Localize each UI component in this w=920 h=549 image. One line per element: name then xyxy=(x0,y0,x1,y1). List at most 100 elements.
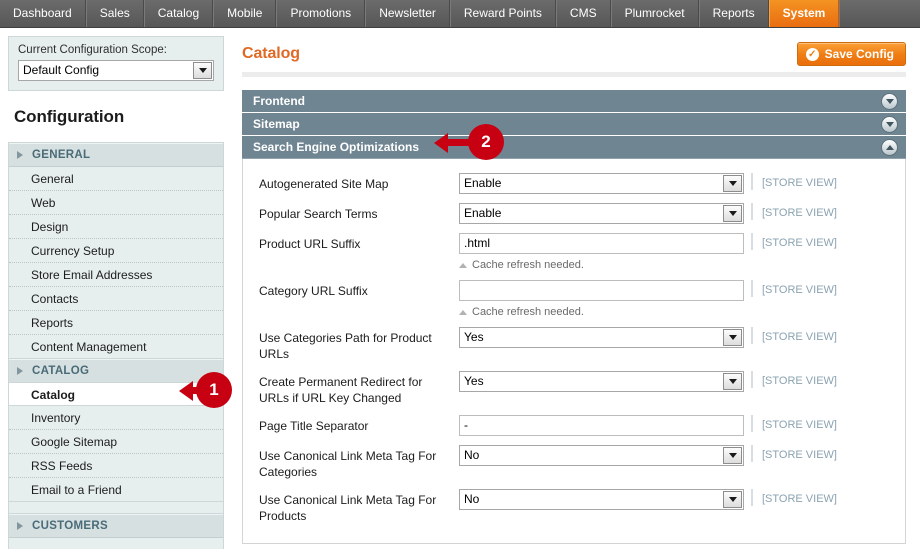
hint-text: Cache refresh needed. xyxy=(472,306,584,318)
annotation-badge-2: 2 xyxy=(468,124,504,160)
popular-search-terms-select[interactable]: Enable xyxy=(459,203,744,224)
sidebar-item-rss-feeds[interactable]: RSS Feeds xyxy=(9,454,223,478)
nav-item-dashboard[interactable]: Dashboard xyxy=(0,0,86,27)
field-label: Popular Search Terms xyxy=(259,207,378,221)
page-body: Current Configuration Scope: Default Con… xyxy=(0,28,920,549)
field-label: Use Canonical Link Meta Tag For Products xyxy=(259,493,437,523)
content-area: Catalog ✓ Save Config Frontend Sitemap S… xyxy=(232,28,920,549)
product-url-suffix-hint: Cache refresh needed. xyxy=(459,254,744,271)
nav-item-reports[interactable]: Reports xyxy=(698,0,769,27)
select-value: Enable xyxy=(464,176,502,190)
category-url-suffix-input[interactable] xyxy=(459,280,744,301)
field-use-categories-path: Use Categories Path for Product URLs Yes… xyxy=(243,327,905,362)
sidebar-group-general[interactable]: GENERAL xyxy=(9,143,223,167)
sidebar: Current Configuration Scope: Default Con… xyxy=(0,28,232,549)
triangle-right-icon xyxy=(17,522,23,530)
section-sitemap[interactable]: Sitemap xyxy=(242,113,906,136)
field-control: Enable xyxy=(459,203,744,224)
configuration-tree: GENERAL General Web Design Currency Setu… xyxy=(8,142,224,549)
field-category-url-suffix: Category URL Suffix Cache refresh needed… xyxy=(243,280,905,318)
chevron-down-icon xyxy=(723,447,742,464)
scope-note: [STORE VIEW] xyxy=(751,371,837,388)
annotation-badge-2-number: 2 xyxy=(481,132,491,151)
select-value: No xyxy=(464,492,480,506)
chevron-down-icon xyxy=(723,373,742,390)
nav-item-cms[interactable]: CMS xyxy=(555,0,611,27)
nav-filler xyxy=(839,0,920,27)
scope-note: [STORE VIEW] xyxy=(751,489,837,506)
triangle-right-icon xyxy=(17,151,23,159)
autogenerated-site-map-select[interactable]: Enable xyxy=(459,173,744,194)
configuration-heading: Configuration xyxy=(14,107,125,126)
sidebar-group-catalog[interactable]: CATALOG xyxy=(9,359,223,383)
field-page-title-separator: Page Title Separator - [STORE VIEW] xyxy=(243,415,905,436)
canonical-categories-select[interactable]: No xyxy=(459,445,744,466)
field-label: Autogenerated Site Map xyxy=(259,177,389,191)
sidebar-item-reports[interactable]: Reports xyxy=(9,311,223,335)
tree-spacer xyxy=(9,538,223,549)
sidebar-group-label: CUSTOMERS xyxy=(32,520,108,532)
triangle-up-icon xyxy=(459,262,467,268)
field-canonical-products: Use Canonical Link Meta Tag For Products… xyxy=(243,489,905,524)
chevron-down-icon xyxy=(193,62,212,79)
sidebar-group-label: CATALOG xyxy=(32,365,90,377)
nav-item-promotions[interactable]: Promotions xyxy=(276,0,366,27)
nav-item-sales[interactable]: Sales xyxy=(85,0,144,27)
check-circle-icon: ✓ xyxy=(805,47,819,61)
section-frontend[interactable]: Frontend xyxy=(242,90,906,113)
triangle-up-icon xyxy=(459,309,467,315)
save-config-button[interactable]: ✓ Save Config xyxy=(796,42,906,66)
page-title-separator-input[interactable]: - xyxy=(459,415,744,436)
sidebar-item-design[interactable]: Design xyxy=(9,215,223,239)
sidebar-group-customers[interactable]: CUSTOMERS xyxy=(9,514,223,538)
nav-item-newsletter[interactable]: Newsletter xyxy=(365,0,450,27)
sidebar-item-web[interactable]: Web xyxy=(9,191,223,215)
section-frontend-label: Frontend xyxy=(253,94,305,108)
chevron-down-icon[interactable] xyxy=(881,93,898,110)
sidebar-item-content-management[interactable]: Content Management xyxy=(9,335,223,359)
chevron-up-icon[interactable] xyxy=(881,139,898,156)
field-label: Use Canonical Link Meta Tag For Categori… xyxy=(259,449,437,479)
section-seo-label: Search Engine Optimizations xyxy=(253,140,420,154)
sidebar-item-google-sitemap[interactable]: Google Sitemap xyxy=(9,430,223,454)
field-popular-search-terms: Popular Search Terms Enable [STORE VIEW] xyxy=(243,203,905,224)
scope-select-value: Default Config xyxy=(23,63,100,77)
nav-item-catalog[interactable]: Catalog xyxy=(143,0,214,27)
sidebar-item-general[interactable]: General xyxy=(9,167,223,191)
use-categories-path-select[interactable]: Yes xyxy=(459,327,744,348)
category-url-suffix-hint: Cache refresh needed. xyxy=(459,301,744,318)
configuration-scope-box: Current Configuration Scope: Default Con… xyxy=(8,36,224,91)
save-config-label: Save Config xyxy=(824,47,894,61)
field-product-url-suffix: Product URL Suffix .html Cache refresh n… xyxy=(243,233,905,271)
annotation-badge-1: 1 xyxy=(196,372,232,408)
sidebar-item-email-to-a-friend[interactable]: Email to a Friend xyxy=(9,478,223,502)
scope-note: [STORE VIEW] xyxy=(751,445,837,462)
field-control: .html Cache refresh needed. xyxy=(459,233,744,271)
field-control: Cache refresh needed. xyxy=(459,280,744,318)
page-title: Catalog xyxy=(242,45,300,62)
chevron-down-icon[interactable] xyxy=(881,116,898,133)
scope-note: [STORE VIEW] xyxy=(751,203,837,220)
product-url-suffix-input[interactable]: .html xyxy=(459,233,744,254)
section-search-engine-optimizations[interactable]: Search Engine Optimizations xyxy=(242,136,906,159)
chevron-down-icon xyxy=(723,175,742,192)
field-control: Yes xyxy=(459,327,744,348)
create-permanent-redirect-select[interactable]: Yes xyxy=(459,371,744,392)
canonical-products-select[interactable]: No xyxy=(459,489,744,510)
field-control: - xyxy=(459,415,744,436)
annotation-badge-1-number: 1 xyxy=(209,380,219,399)
scope-select[interactable]: Default Config xyxy=(18,60,214,81)
nav-item-system[interactable]: System xyxy=(768,0,840,27)
scope-note: [STORE VIEW] xyxy=(751,415,837,432)
nav-item-mobile[interactable]: Mobile xyxy=(213,0,277,27)
chevron-down-icon xyxy=(723,205,742,222)
select-value: Enable xyxy=(464,206,502,220)
sidebar-item-currency-setup[interactable]: Currency Setup xyxy=(9,239,223,263)
hint-text: Cache refresh needed. xyxy=(472,259,584,271)
nav-item-plumrocket[interactable]: Plumrocket xyxy=(610,0,699,27)
sidebar-item-contacts[interactable]: Contacts xyxy=(9,287,223,311)
sidebar-item-store-email-addresses[interactable]: Store Email Addresses xyxy=(9,263,223,287)
sidebar-item-inventory[interactable]: Inventory xyxy=(9,406,223,430)
select-value: Yes xyxy=(464,330,484,344)
nav-item-reward-points[interactable]: Reward Points xyxy=(449,0,556,27)
